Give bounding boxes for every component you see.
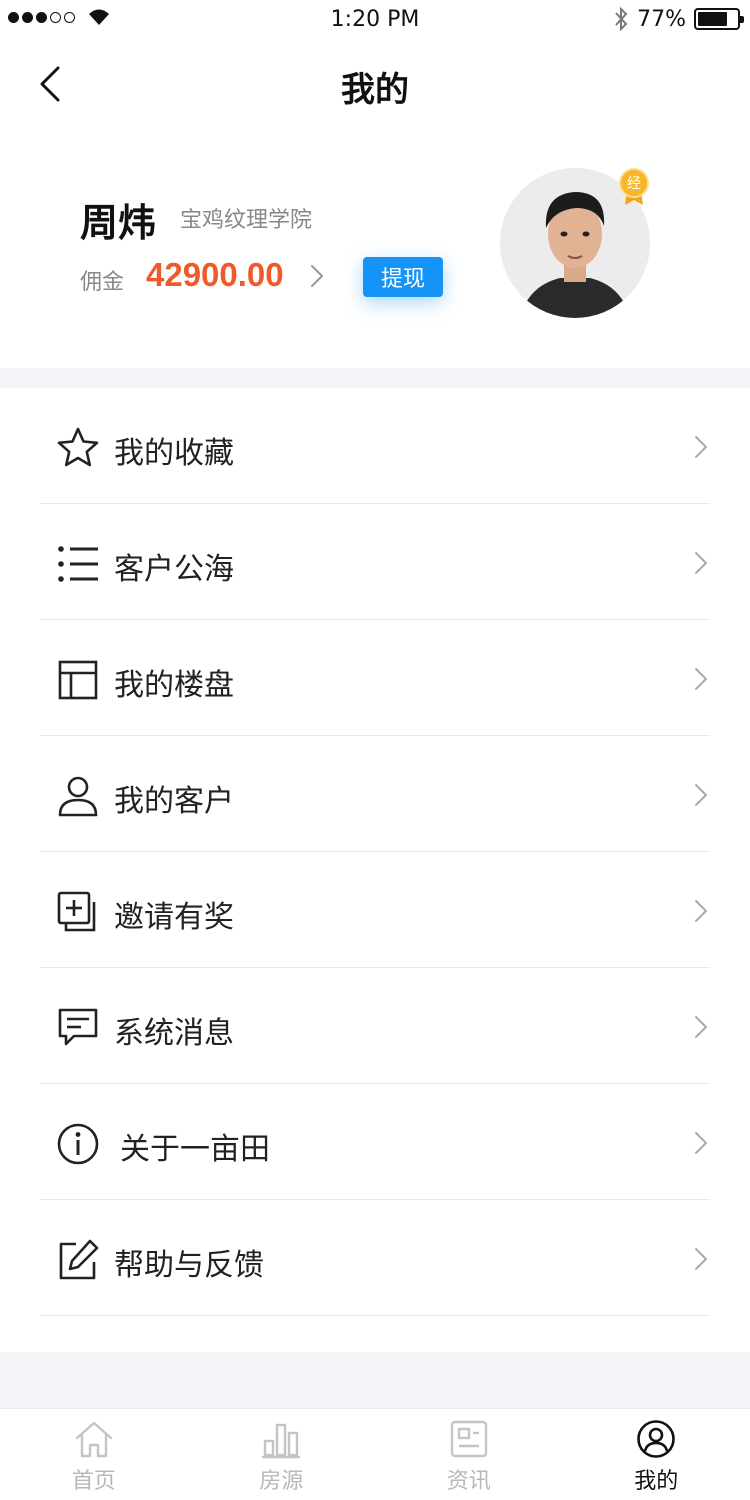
- tab-label: 房源: [259, 1469, 304, 1494]
- tab-bar: 首页 房源 资讯 我的: [0, 1408, 750, 1500]
- tab-listings[interactable]: 房源: [188, 1409, 376, 1500]
- withdraw-button[interactable]: 提现: [363, 257, 443, 297]
- message-icon: [58, 1008, 98, 1046]
- profile-section: 周炜 宝鸡纹理学院 佣金 42900.00 提现 经: [0, 150, 750, 368]
- chevron-right-icon: [695, 552, 707, 574]
- star-icon: [57, 427, 99, 467]
- menu-item-my-clients[interactable]: 我的客户: [40, 736, 710, 852]
- info-icon: [57, 1123, 99, 1165]
- chevron-right-icon: [695, 436, 707, 458]
- battery-percent: 77%: [637, 6, 686, 32]
- menu-item-about[interactable]: 关于一亩田: [40, 1084, 710, 1200]
- bottom-spacer: [0, 1352, 750, 1408]
- menu-item-help-feedback[interactable]: 帮助与反馈: [40, 1200, 710, 1316]
- chevron-right-icon: [695, 784, 707, 806]
- battery-icon: [694, 8, 744, 30]
- chevron-right-icon: [695, 668, 707, 690]
- tab-home[interactable]: 首页: [0, 1409, 188, 1500]
- chevron-right-icon: [695, 1132, 707, 1154]
- menu-item-favorites[interactable]: 我的收藏: [40, 388, 710, 504]
- chevron-right-icon: [695, 1016, 707, 1038]
- tab-me[interactable]: 我的: [563, 1409, 750, 1500]
- nav-bar: 我的: [0, 40, 750, 132]
- chevron-right-icon: [695, 900, 707, 922]
- tab-label: 资讯: [446, 1469, 491, 1494]
- badge-text: 经: [627, 176, 641, 192]
- menu-label: 关于一亩田: [120, 1132, 270, 1167]
- user-name: 周炜: [80, 201, 157, 245]
- menu-label: 客户公海: [114, 552, 234, 587]
- tab-label: 首页: [71, 1469, 116, 1494]
- status-right: 77%: [613, 6, 744, 32]
- menu-label: 帮助与反馈: [114, 1248, 264, 1283]
- tab-label: 我的: [634, 1469, 679, 1494]
- status-bar: 1:20 PM 77%: [0, 0, 750, 40]
- menu-item-invite-reward[interactable]: 邀请有奖: [40, 852, 710, 968]
- page-title: 我的: [341, 70, 409, 110]
- bar-chart-icon: [262, 1423, 301, 1459]
- menu-list: 我的收藏 客户公海 我的楼盘 我的客户 邀请有奖 系统消息 关于一亩田 帮助与反…: [0, 388, 750, 1316]
- news-icon: [450, 1420, 487, 1458]
- home-icon: [75, 1421, 112, 1458]
- menu-label: 我的客户: [114, 784, 234, 819]
- menu-item-system-messages[interactable]: 系统消息: [40, 968, 710, 1084]
- badge-icon: 经: [619, 168, 649, 205]
- chevron-right-icon[interactable]: [310, 264, 324, 288]
- menu-label: 我的收藏: [114, 436, 234, 471]
- user-icon: [58, 776, 98, 817]
- tab-news[interactable]: 资讯: [375, 1409, 563, 1500]
- menu-item-public-clients[interactable]: 客户公海: [40, 504, 710, 620]
- user-school: 宝鸡纹理学院: [180, 208, 313, 233]
- menu-item-my-properties[interactable]: 我的楼盘: [40, 620, 710, 736]
- chevron-right-icon: [695, 1248, 707, 1270]
- bluetooth-icon: [615, 6, 628, 32]
- menu-label: 系统消息: [114, 1016, 234, 1051]
- edit-icon: [59, 1239, 99, 1280]
- add-copy-icon: [57, 891, 96, 932]
- section-divider: [0, 368, 750, 388]
- commission-label: 佣金: [80, 270, 125, 295]
- menu-label: 我的楼盘: [114, 668, 234, 703]
- commission-value[interactable]: 42900.00: [146, 256, 284, 294]
- profile-icon: [637, 1420, 676, 1458]
- menu-label: 邀请有奖: [114, 900, 234, 935]
- list-icon: [58, 546, 98, 582]
- layout-icon: [58, 660, 98, 700]
